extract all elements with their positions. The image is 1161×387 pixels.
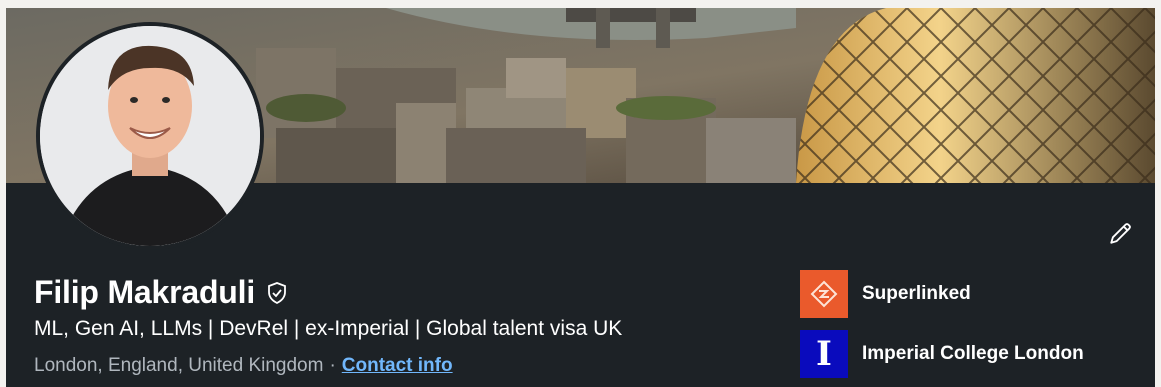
separator-dot: · <box>329 355 336 376</box>
pencil-icon <box>1110 223 1131 244</box>
profile-location: London, England, United Kingdom <box>34 355 324 376</box>
org-name: Superlinked <box>862 283 971 304</box>
profile-photo[interactable] <box>36 22 264 250</box>
superlinked-logo-icon <box>800 270 848 318</box>
imperial-logo-icon: I <box>800 330 848 378</box>
location-row: London, England, United Kingdom · Contac… <box>34 355 622 377</box>
avatar-image <box>40 26 260 246</box>
profile-name: Filip Makraduli <box>34 274 256 310</box>
organizations: Superlinked I Imperial College London <box>800 270 1084 387</box>
profile-headline: ML, Gen AI, LLMs | DevRel | ex-Imperial … <box>34 317 623 340</box>
profile-card: Filip Makraduli ML, Gen AI, LLMs | DevRe… <box>6 8 1155 387</box>
org-imperial[interactable]: I Imperial College London <box>800 330 1084 378</box>
edit-intro-button[interactable] <box>1101 213 1141 253</box>
contact-info-link[interactable]: Contact info <box>342 355 453 377</box>
profile-info: Filip Makraduli ML, Gen AI, LLMs | DevRe… <box>34 274 622 377</box>
org-name: Imperial College London <box>862 343 1084 364</box>
org-superlinked[interactable]: Superlinked <box>800 270 1084 318</box>
shield-check-icon[interactable] <box>265 281 289 305</box>
